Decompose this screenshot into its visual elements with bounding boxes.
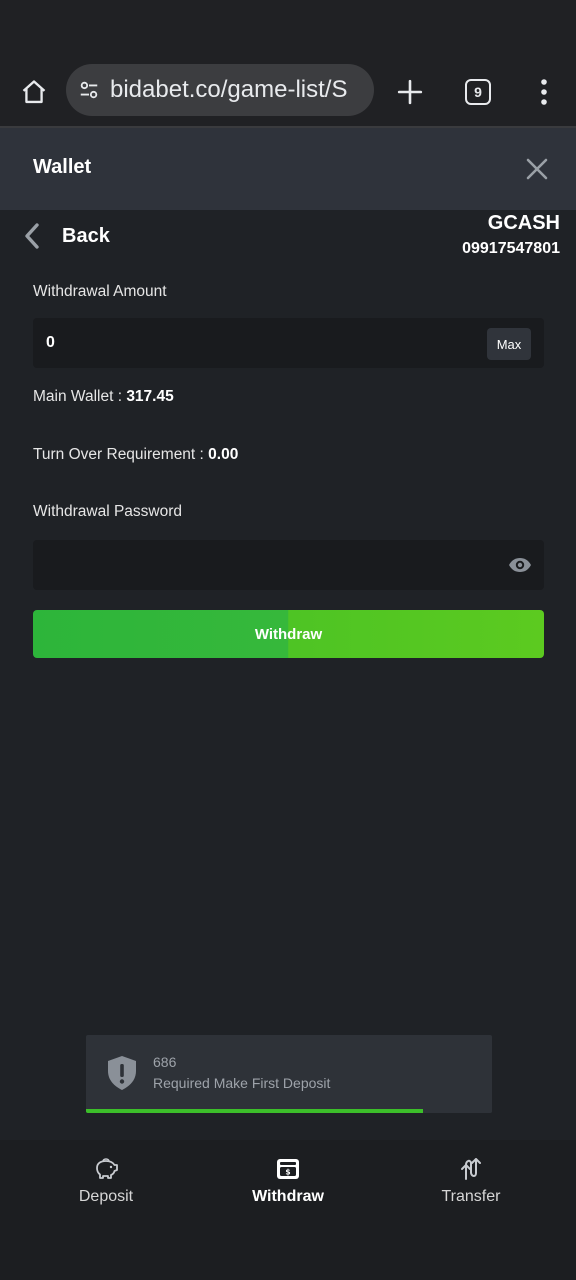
browser-toolbar: bidabet.co/game-list/S 9 (0, 58, 576, 128)
close-button[interactable] (520, 152, 554, 186)
withdraw-submit-button[interactable]: Withdraw (33, 610, 544, 658)
tab-count: 9 (465, 79, 491, 105)
wallet-header: Wallet (0, 128, 576, 210)
toast-notification: 686 Required Make First Deposit (86, 1035, 492, 1113)
toast-code: 686 (153, 1054, 177, 1070)
shield-warning-icon (108, 1056, 136, 1090)
nav-deposit[interactable]: Deposit (46, 1156, 166, 1212)
tab-switcher-button[interactable]: 9 (458, 72, 498, 112)
nav-withdraw[interactable]: $ Withdraw (228, 1156, 348, 1212)
back-button[interactable]: Back (20, 218, 110, 254)
home-button[interactable] (14, 72, 54, 112)
turnover-label: Turn Over Requirement : (33, 446, 209, 463)
withdrawal-password-input[interactable] (33, 540, 544, 590)
main-wallet-label: Main Wallet : (33, 388, 127, 405)
wallet-title: Wallet (33, 156, 92, 178)
withdrawal-amount-input[interactable]: 0 Max (33, 318, 544, 368)
withdrawal-password-label: Withdrawal Password (33, 503, 183, 520)
withdrawal-amount-label: Withdrawal Amount (33, 283, 167, 300)
toast-progress-fill (86, 1109, 423, 1113)
piggy-bank-icon (92, 1156, 120, 1182)
toggle-password-visibility[interactable] (508, 554, 532, 576)
nav-transfer[interactable]: Transfer (411, 1156, 531, 1212)
url-text: bidabet.co/game-list/S (110, 76, 348, 103)
cash-register-icon: $ (274, 1156, 302, 1182)
turnover-info: Turn Over Requirement : 0.00 (33, 446, 238, 464)
chevron-left-icon (20, 221, 44, 251)
site-settings-icon[interactable] (76, 77, 102, 103)
plus-icon (397, 79, 423, 105)
browser-menu-button[interactable] (524, 72, 564, 112)
address-bar[interactable]: bidabet.co/game-list/S (66, 64, 374, 116)
max-button[interactable]: Max (487, 328, 531, 360)
transfer-arrows-icon (457, 1156, 485, 1182)
main-wallet-value: 317.45 (126, 388, 174, 405)
amount-value: 0 (46, 334, 55, 351)
back-label: Back (62, 224, 110, 247)
eye-icon (509, 558, 531, 572)
toast-message: Required Make First Deposit (153, 1075, 331, 1091)
bottom-nav: Deposit $ Withdraw Transfer (0, 1140, 576, 1280)
toast-progress-track (86, 1109, 492, 1113)
new-tab-button[interactable] (390, 72, 430, 112)
nav-withdraw-label: Withdraw (252, 1188, 324, 1205)
nav-transfer-label: Transfer (441, 1188, 501, 1205)
payment-method-number: 09917547801 (462, 240, 560, 257)
payment-method-name: GCASH (487, 212, 560, 234)
status-bar (0, 0, 576, 58)
home-icon (22, 80, 46, 104)
close-icon (526, 158, 548, 180)
main-wallet-info: Main Wallet : 317.45 (33, 388, 174, 406)
turnover-value: 0.00 (208, 446, 239, 463)
svg-text:$: $ (285, 1168, 290, 1177)
nav-deposit-label: Deposit (78, 1188, 134, 1205)
more-vert-icon (541, 79, 547, 105)
